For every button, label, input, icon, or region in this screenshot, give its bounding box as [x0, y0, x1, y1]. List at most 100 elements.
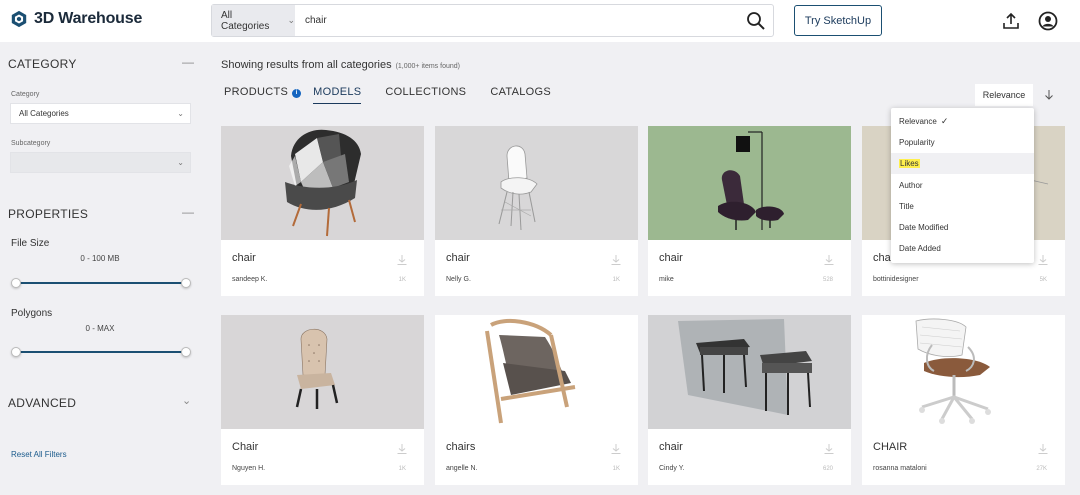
- model-card[interactable]: Chair Nguyen H. 1K: [221, 315, 424, 485]
- file-size-max-handle[interactable]: [181, 278, 191, 288]
- model-author[interactable]: Cindy Y.: [659, 465, 684, 472]
- model-card[interactable]: chair Cindy Y. 620: [648, 315, 851, 485]
- menu-item-label: Popularity: [899, 138, 935, 147]
- results-count: (1,000+ items found): [395, 63, 460, 70]
- chevron-down-icon: ⌄: [287, 15, 295, 25]
- tab-products[interactable]: PRODUCTS i: [224, 86, 302, 104]
- polygons-min-handle[interactable]: [11, 347, 21, 357]
- model-thumbnail[interactable]: [862, 315, 1065, 429]
- sort-option-likes[interactable]: Likes: [891, 153, 1034, 174]
- results-summary: Showing results from all categories (1,00…: [221, 59, 460, 71]
- file-size-min-handle[interactable]: [11, 278, 21, 288]
- tab-catalogs[interactable]: CATALOGS: [490, 86, 551, 104]
- model-title[interactable]: chair: [446, 252, 470, 264]
- category-label: Category: [11, 91, 40, 98]
- model-card[interactable]: chair mike 528: [648, 126, 851, 296]
- file-size-label: File Size: [11, 238, 50, 249]
- polygons-max-handle[interactable]: [181, 347, 191, 357]
- model-author[interactable]: angelle N.: [446, 465, 478, 472]
- chevron-down-icon: ⌄: [177, 109, 184, 118]
- sort-select[interactable]: Relevance: [975, 84, 1033, 106]
- model-title[interactable]: chair: [659, 441, 683, 453]
- menu-item-label: Author: [899, 181, 923, 190]
- tab-models[interactable]: MODELS: [313, 86, 362, 104]
- try-sketchup-button[interactable]: Try SketchUp: [794, 5, 882, 36]
- download-count: 1K: [612, 277, 620, 283]
- sort-option-relevance[interactable]: Relevance ✓: [891, 111, 1034, 132]
- model-thumbnail[interactable]: [435, 315, 638, 429]
- properties-section-title: PROPERTIES: [8, 207, 89, 221]
- chevron-down-icon[interactable]: ⌄: [182, 394, 191, 407]
- model-card[interactable]: chair sandeep K. 1K: [221, 126, 424, 296]
- download-icon[interactable]: [823, 443, 835, 455]
- download-icon[interactable]: [396, 443, 408, 455]
- download-icon[interactable]: [1037, 443, 1049, 455]
- filter-sidebar: CATEGORY — Category All Categories ⌄ Sub…: [0, 42, 200, 495]
- model-thumbnail[interactable]: [648, 315, 851, 429]
- model-title[interactable]: chair: [232, 252, 256, 264]
- model-title[interactable]: Chair: [232, 441, 258, 453]
- model-author[interactable]: sandeep K.: [232, 276, 267, 283]
- menu-item-label: Relevance: [899, 117, 937, 126]
- model-card[interactable]: CHAIR rosanna mataloni 27K: [862, 315, 1065, 485]
- menu-item-label: Date Added: [899, 244, 941, 253]
- lounge-chair-lamp-image: [718, 131, 784, 230]
- download-icon[interactable]: [823, 254, 835, 266]
- model-author[interactable]: rosanna mataloni: [873, 465, 927, 472]
- account-icon[interactable]: [1038, 11, 1058, 31]
- model-thumbnail[interactable]: [221, 126, 424, 240]
- sort-option-author[interactable]: Author: [891, 175, 1034, 196]
- search-button[interactable]: [739, 5, 773, 36]
- sort-menu: Relevance ✓ Popularity Likes Author Title…: [891, 108, 1034, 263]
- info-icon[interactable]: i: [292, 89, 302, 98]
- download-count: 620: [822, 466, 833, 472]
- reset-filters-link[interactable]: Reset All Filters: [11, 450, 67, 459]
- subcategory-select[interactable]: ⌄: [10, 152, 191, 173]
- model-card[interactable]: chairs angelle N. 1K: [435, 315, 638, 485]
- download-icon[interactable]: [610, 254, 622, 266]
- model-thumbnail[interactable]: [435, 126, 638, 240]
- model-title[interactable]: chairs: [446, 441, 475, 453]
- sort-option-date-modified[interactable]: Date Modified: [891, 217, 1034, 238]
- model-author[interactable]: Nguyen H.: [232, 465, 265, 472]
- polygons-label: Polygons: [11, 308, 53, 319]
- file-size-slider-track[interactable]: [16, 282, 186, 284]
- model-author[interactable]: mike: [659, 276, 674, 283]
- sort-option-popularity[interactable]: Popularity: [891, 132, 1034, 153]
- menu-item-label: Likes: [899, 159, 920, 168]
- menu-item-label: Title: [899, 202, 914, 211]
- model-author[interactable]: bottinidesigner: [873, 276, 919, 283]
- wooden-lounge-chair-image: [485, 318, 576, 424]
- download-icon[interactable]: [1037, 254, 1049, 266]
- model-title[interactable]: chair: [659, 252, 683, 264]
- sort-option-title[interactable]: Title: [891, 196, 1034, 217]
- polygons-slider-track[interactable]: [16, 351, 186, 353]
- download-icon[interactable]: [396, 254, 408, 266]
- download-count: 5K: [1039, 277, 1047, 283]
- model-title[interactable]: CHAIR: [873, 441, 907, 453]
- model-author[interactable]: Nelly G.: [446, 276, 471, 283]
- file-size-value: 0 - 100 MB: [80, 254, 120, 263]
- upload-icon[interactable]: [1001, 11, 1021, 31]
- search-category-select[interactable]: All Categories ⌄: [212, 5, 295, 36]
- tab-collections[interactable]: COLLECTIONS: [385, 86, 466, 104]
- download-count: 27K: [1036, 466, 1047, 472]
- polygons-value: 0 - MAX: [85, 324, 115, 333]
- collapse-icon[interactable]: —: [182, 55, 194, 69]
- category-select-value: All Categories: [19, 109, 69, 118]
- model-thumbnail[interactable]: [221, 315, 424, 429]
- model-thumbnail[interactable]: [648, 126, 851, 240]
- arrow-down-icon[interactable]: [1043, 89, 1055, 101]
- download-icon[interactable]: [610, 443, 622, 455]
- category-select[interactable]: All Categories ⌄: [10, 103, 191, 124]
- sort-option-date-added[interactable]: Date Added: [891, 238, 1034, 259]
- collapse-icon[interactable]: —: [182, 205, 194, 219]
- tab-label: PRODUCTS: [224, 86, 289, 98]
- office-chair-image: [915, 318, 991, 424]
- logo[interactable]: 3D Warehouse: [10, 10, 142, 28]
- model-card[interactable]: chair Nelly G. 1K: [435, 126, 638, 296]
- result-tabs: PRODUCTS i MODELS COLLECTIONS CATALOGS: [224, 86, 551, 104]
- search-input[interactable]: [295, 5, 739, 36]
- tab-label: COLLECTIONS: [385, 86, 467, 98]
- advanced-section-title[interactable]: ADVANCED: [8, 396, 76, 410]
